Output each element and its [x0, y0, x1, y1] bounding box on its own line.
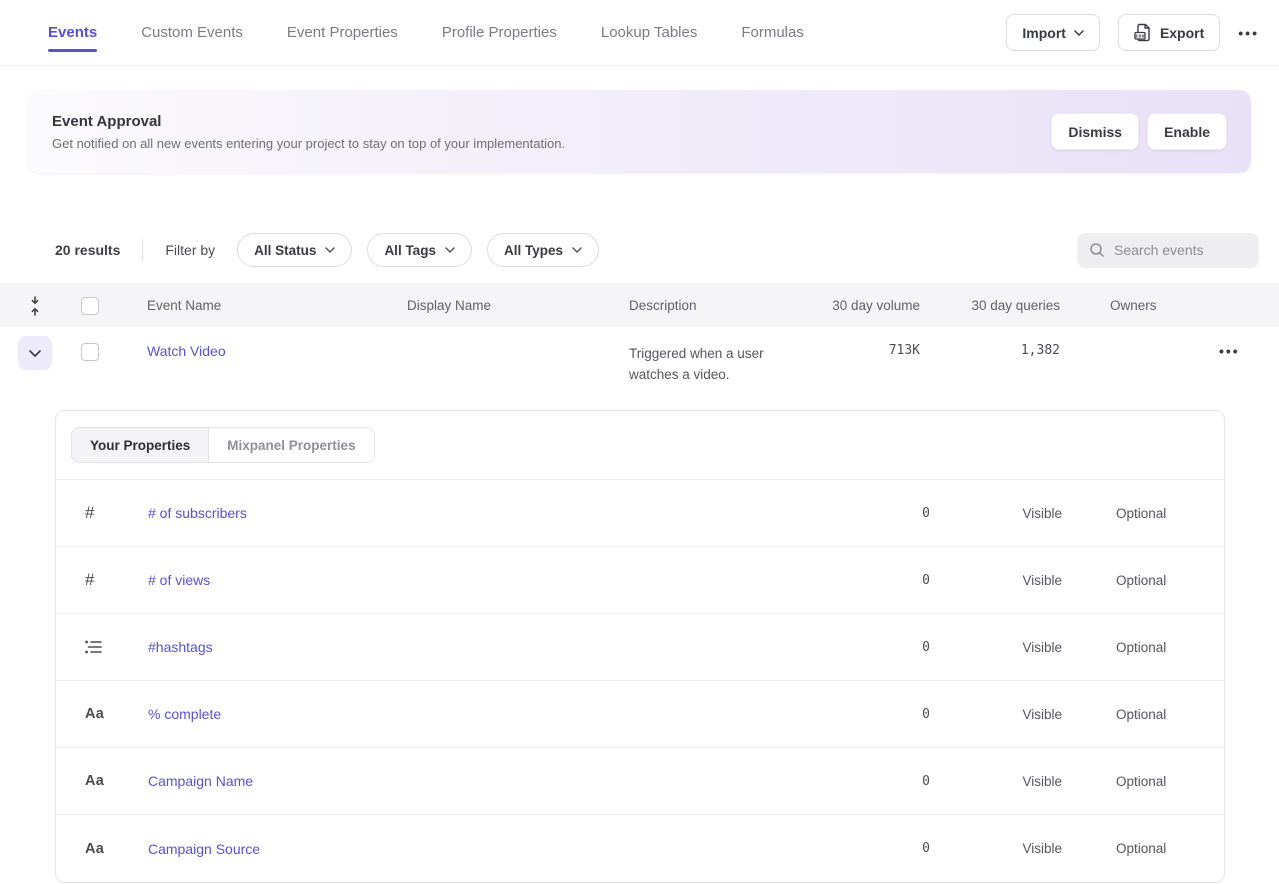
tab-events[interactable]: Events [48, 0, 97, 65]
chevron-down-icon [572, 247, 582, 253]
property-queries: 0 [830, 640, 930, 655]
csv-file-icon: csv [1134, 23, 1152, 42]
property-queries: 0 [830, 774, 930, 789]
property-visibility: Visible [930, 573, 1116, 588]
properties-segmented-control: Your Properties Mixpanel Properties [71, 427, 375, 463]
column-owners: Owners [1060, 298, 1219, 313]
types-filter-dropdown[interactable]: All Types [487, 233, 599, 267]
property-name-link[interactable]: # of subscribers [148, 505, 830, 521]
import-button[interactable]: Import [1006, 14, 1100, 51]
text-type-icon: Aa [85, 706, 148, 722]
text-type-icon: Aa [85, 773, 148, 789]
property-requirement: Optional [1116, 774, 1224, 789]
number-type-icon: # [85, 503, 148, 523]
filter-toolbar: 20 results Filter by All Status All Tags… [0, 232, 1279, 268]
chevron-down-icon [1074, 30, 1084, 36]
export-button[interactable]: csv Export [1118, 14, 1220, 51]
tab-formulas[interactable]: Formulas [741, 0, 804, 65]
column-event-name: Event Name [147, 298, 407, 313]
search-box[interactable] [1077, 233, 1259, 268]
property-requirement: Optional [1116, 640, 1224, 655]
column-queries: 30 day queries [920, 298, 1060, 313]
table-row-watch-video: Watch Video Triggered when a user watche… [0, 327, 1279, 403]
types-filter-label: All Types [504, 243, 563, 258]
search-input[interactable] [1114, 242, 1244, 258]
number-type-icon: # [85, 570, 148, 590]
column-display-name: Display Name [407, 298, 629, 313]
property-visibility: Visible [930, 640, 1116, 655]
property-row: # # of views 0 Visible Optional [56, 547, 1224, 614]
nav-actions: Import csv Export ••• [1006, 14, 1259, 51]
banner-text: Event Approval Get notified on all new e… [52, 113, 565, 151]
banner-actions: Dismiss Enable [1051, 113, 1227, 150]
status-filter-dropdown[interactable]: All Status [237, 233, 352, 267]
property-name-link[interactable]: % complete [148, 706, 830, 722]
text-type-icon: Aa [85, 841, 148, 857]
events-table-header: Event Name Display Name Description 30 d… [0, 283, 1279, 327]
tab-lookup-tables[interactable]: Lookup Tables [601, 0, 697, 65]
tab-profile-properties[interactable]: Profile Properties [442, 0, 557, 65]
enable-button[interactable]: Enable [1147, 113, 1227, 150]
collapse-row-button[interactable] [18, 336, 52, 370]
collapse-all-icon[interactable] [0, 296, 70, 316]
row-more-options-icon[interactable]: ••• [1219, 343, 1240, 359]
filter-by-label: Filter by [165, 242, 215, 258]
property-row: Aa Campaign Name 0 Visible Optional [56, 748, 1224, 815]
search-icon [1089, 242, 1105, 258]
property-queries: 0 [830, 573, 930, 588]
event-approval-banner: Event Approval Get notified on all new e… [28, 90, 1251, 173]
chevron-down-icon [445, 247, 455, 253]
svg-text:csv: csv [1135, 34, 1144, 40]
list-type-icon [85, 640, 148, 654]
property-row: Aa % complete 0 Visible Optional [56, 681, 1224, 748]
divider [142, 239, 143, 261]
property-requirement: Optional [1116, 506, 1224, 521]
property-name-link[interactable]: # of views [148, 572, 830, 588]
property-queries: 0 [830, 707, 930, 722]
volume-cell: 713K [821, 343, 920, 358]
lexicon-page: Events Custom Events Event Properties Pr… [0, 0, 1279, 884]
property-visibility: Visible [930, 774, 1116, 789]
select-all-checkbox[interactable] [81, 297, 99, 315]
property-row: # # of subscribers 0 Visible Optional [56, 480, 1224, 547]
status-filter-label: All Status [254, 243, 316, 258]
property-name-link[interactable]: #hashtags [148, 639, 830, 655]
property-requirement: Optional [1116, 841, 1224, 856]
banner-title: Event Approval [52, 113, 565, 130]
results-count: 20 results [55, 242, 120, 258]
top-navigation: Events Custom Events Event Properties Pr… [0, 0, 1279, 66]
chevron-down-icon [325, 247, 335, 253]
description-cell: Triggered when a user watches a video. [629, 343, 821, 385]
import-button-label: Import [1022, 25, 1066, 41]
column-description: Description [629, 298, 821, 313]
property-requirement: Optional [1116, 573, 1224, 588]
property-visibility: Visible [930, 841, 1116, 856]
event-name-link[interactable]: Watch Video [147, 343, 226, 359]
column-volume: 30 day volume [821, 298, 920, 313]
tab-custom-events[interactable]: Custom Events [141, 0, 243, 65]
property-name-link[interactable]: Campaign Source [148, 841, 830, 857]
export-button-label: Export [1160, 25, 1204, 41]
property-row: Aa Campaign Source 0 Visible Optional [56, 815, 1224, 882]
tab-your-properties[interactable]: Your Properties [72, 428, 209, 462]
dismiss-button[interactable]: Dismiss [1051, 113, 1139, 150]
property-row: #hashtags 0 Visible Optional [56, 614, 1224, 681]
property-queries: 0 [830, 841, 930, 856]
event-properties-panel: Your Properties Mixpanel Properties # # … [55, 410, 1225, 883]
tab-event-properties[interactable]: Event Properties [287, 0, 398, 65]
properties-tab-bar: Your Properties Mixpanel Properties [56, 411, 1224, 480]
tags-filter-label: All Tags [384, 243, 436, 258]
tags-filter-dropdown[interactable]: All Tags [367, 233, 472, 267]
property-name-link[interactable]: Campaign Name [148, 773, 830, 789]
property-visibility: Visible [930, 506, 1116, 521]
property-visibility: Visible [930, 707, 1116, 722]
property-queries: 0 [830, 506, 930, 521]
row-checkbox[interactable] [81, 343, 99, 361]
queries-cell: 1,382 [920, 343, 1060, 358]
banner-description: Get notified on all new events entering … [52, 136, 565, 151]
nav-tabs: Events Custom Events Event Properties Pr… [48, 0, 804, 65]
property-requirement: Optional [1116, 707, 1224, 722]
more-options-icon[interactable]: ••• [1238, 26, 1259, 40]
tab-mixpanel-properties[interactable]: Mixpanel Properties [209, 428, 373, 462]
